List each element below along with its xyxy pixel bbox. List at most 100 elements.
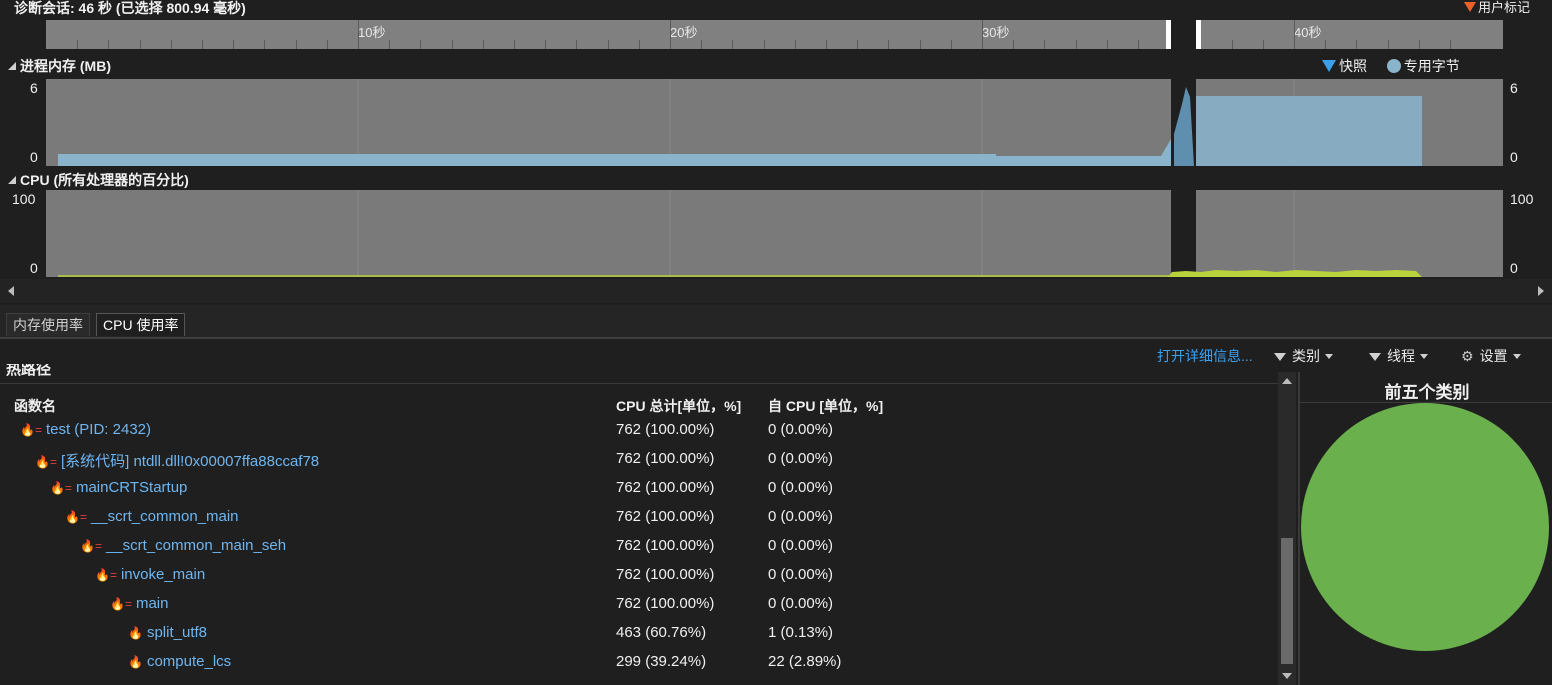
ruler-label-20: 20秒 <box>670 25 698 40</box>
tab-cpu-usage[interactable]: CPU 使用率 <box>96 313 186 336</box>
ruler-tick <box>670 20 671 49</box>
user-mark-label: 用户标记 <box>1477 0 1530 15</box>
self-cpu-cell: 0 (0.00%) <box>768 566 834 583</box>
cpu-y-max-right: 100 <box>1510 191 1534 207</box>
hot-path-label-clip: 热路径 <box>0 364 1278 384</box>
function-name-cell[interactable]: 🔥= __scrt_common_main_seh <box>80 537 286 554</box>
tab-memory-usage[interactable]: 内存使用率 <box>6 313 90 336</box>
table-row[interactable]: 🔥= test (PID: 2432) 762 (100.00%) 0 (0.00%) <box>0 421 1278 447</box>
ruler-tick <box>1044 40 1045 49</box>
self-cpu-cell: 22 (2.89%) <box>768 653 842 670</box>
memory-section-title[interactable]: 进程内存 (MB) <box>8 56 111 76</box>
ruler-label-30: 30秒 <box>982 25 1010 40</box>
ruler-tick <box>795 40 796 49</box>
table-row[interactable]: 🔥= [系统代码] ntdll.dll!0x00007ffa88ccaf78 762… <box>0 450 1278 476</box>
col-header-self-cpu[interactable]: 自 CPU [单位，%] <box>768 396 883 416</box>
ruler-tick <box>108 40 109 49</box>
ruler-tick <box>1263 40 1264 49</box>
collapse-caret-icon[interactable] <box>8 62 16 70</box>
function-name: invoke_main <box>120 566 206 583</box>
timeline-ruler[interactable]: 10秒 20秒 30秒 40秒 <box>46 20 1503 49</box>
hot-path-icon: 🔥= <box>20 423 42 437</box>
function-name: compute_lcs <box>146 653 232 670</box>
ruler-tick <box>576 40 577 49</box>
cpu-chart[interactable] <box>46 190 1503 277</box>
ruler-tick <box>1232 40 1233 49</box>
cpu-y-min-right: 0 <box>1510 260 1518 276</box>
pie-slice[interactable] <box>1301 403 1549 651</box>
self-cpu-cell: 0 (0.00%) <box>768 450 834 467</box>
ruler-tick <box>514 40 515 49</box>
table-row[interactable]: 🔥= invoke_main 762 (100.00%) 0 (0.00%) <box>0 566 1278 592</box>
function-name-cell[interactable]: 🔥 compute_lcs <box>128 653 231 670</box>
self-cpu-cell: 0 (0.00%) <box>768 479 834 496</box>
filter-icon <box>1369 353 1381 361</box>
flame-icon: 🔥 <box>128 626 143 640</box>
cpu-total-cell: 762 (100.00%) <box>616 537 715 554</box>
function-name-cell[interactable]: 🔥= main <box>110 595 168 612</box>
tab-bar: 内存使用率 CPU 使用率 <box>0 305 1552 339</box>
ruler-tick <box>1013 40 1014 49</box>
ruler-tick <box>1388 40 1389 49</box>
function-name-cell[interactable]: 🔥= invoke_main <box>95 566 205 583</box>
col-header-cpu-total[interactable]: CPU 总计[单位，%] <box>616 396 741 416</box>
selection-region[interactable] <box>1171 20 1196 49</box>
selection-handle-right[interactable] <box>1196 20 1201 49</box>
table-row[interactable]: 🔥= mainCRTStartup 762 (100.00%) 0 (0.00%) <box>0 479 1278 505</box>
settings-button[interactable]: ⚙ 设置 <box>1461 346 1521 366</box>
cpu-total-cell: 299 (39.24%) <box>616 653 707 670</box>
ruler-tick <box>233 40 234 49</box>
gear-icon: ⚙ <box>1461 348 1474 364</box>
top-categories-pie[interactable] <box>1300 402 1552 685</box>
ruler-tick <box>452 40 453 49</box>
function-name: __scrt_common_main_seh <box>105 537 287 554</box>
table-row[interactable]: 🔥 split_utf8 463 (60.76%) 1 (0.13%) <box>0 624 1278 650</box>
ruler-tick <box>764 40 765 49</box>
ruler-label-10: 10秒 <box>358 25 386 40</box>
ruler-tick <box>389 40 390 49</box>
timeline-scrollbar[interactable] <box>0 279 1552 303</box>
open-details-link[interactable]: 打开详细信息... <box>1157 346 1253 366</box>
function-name-cell[interactable]: 🔥 split_utf8 <box>128 624 207 641</box>
table-row[interactable]: 🔥= main 762 (100.00%) 0 (0.00%) <box>0 595 1278 621</box>
ruler-tick <box>483 40 484 49</box>
col-header-function-name[interactable]: 函数名 <box>14 396 56 416</box>
table-row[interactable]: 🔥 compute_lcs 299 (39.24%) 22 (2.89%) <box>0 653 1278 679</box>
self-cpu-cell: 0 (0.00%) <box>768 537 834 554</box>
memory-chart[interactable] <box>46 79 1503 166</box>
hot-path-icon: 🔥= <box>110 597 132 611</box>
session-title: 诊断会话: 46 秒 (已选择 800.94 毫秒) <box>14 0 246 16</box>
table-row[interactable]: 🔥= __scrt_common_main_seh 762 (100.00%) 0 (… <box>0 537 1278 563</box>
settings-label: 设置 <box>1479 348 1508 364</box>
thread-filter-button[interactable]: 线程 <box>1369 346 1428 366</box>
cpu-total-cell: 762 (100.00%) <box>616 450 715 467</box>
function-name-cell[interactable]: 🔥= [系统代码] ntdll.dll!0x00007ffa88ccaf78 <box>35 450 319 471</box>
table-vertical-scrollbar[interactable] <box>1278 372 1296 685</box>
hot-path-label: 热路径 <box>6 364 52 378</box>
function-name-cell[interactable]: 🔥= __scrt_common_main <box>65 508 239 525</box>
ruler-tick <box>358 20 359 49</box>
ruler-tick <box>857 40 858 49</box>
memory-title-text: 进程内存 (MB) <box>20 58 111 74</box>
scroll-thumb[interactable] <box>1281 538 1293 664</box>
function-name: __scrt_common_main <box>90 508 239 525</box>
category-filter-button[interactable]: 类别 <box>1274 346 1333 366</box>
self-cpu-cell: 0 (0.00%) <box>768 421 834 438</box>
chevron-down-icon <box>1325 354 1333 359</box>
function-name-cell[interactable]: 🔥= test (PID: 2432) <box>20 421 151 438</box>
function-name-cell[interactable]: 🔥= mainCRTStartup <box>50 479 187 496</box>
scroll-right-icon[interactable] <box>1538 286 1544 296</box>
scroll-down-icon[interactable] <box>1282 673 1292 679</box>
memory-plateau <box>1196 96 1422 166</box>
scroll-left-icon[interactable] <box>8 286 14 296</box>
ruler-tick <box>920 40 921 49</box>
ruler-tick <box>1419 40 1420 49</box>
ruler-tick <box>140 40 141 49</box>
collapse-caret-icon[interactable] <box>8 176 16 184</box>
scroll-up-icon[interactable] <box>1282 378 1292 384</box>
table-row[interactable]: 🔥= __scrt_common_main 762 (100.00%) 0 (0.00… <box>0 508 1278 534</box>
ruler-tick <box>420 40 421 49</box>
cpu-section-title[interactable]: CPU (所有处理器的百分比) <box>8 170 189 190</box>
ruler-tick <box>77 40 78 49</box>
ruler-tick <box>1076 40 1077 49</box>
